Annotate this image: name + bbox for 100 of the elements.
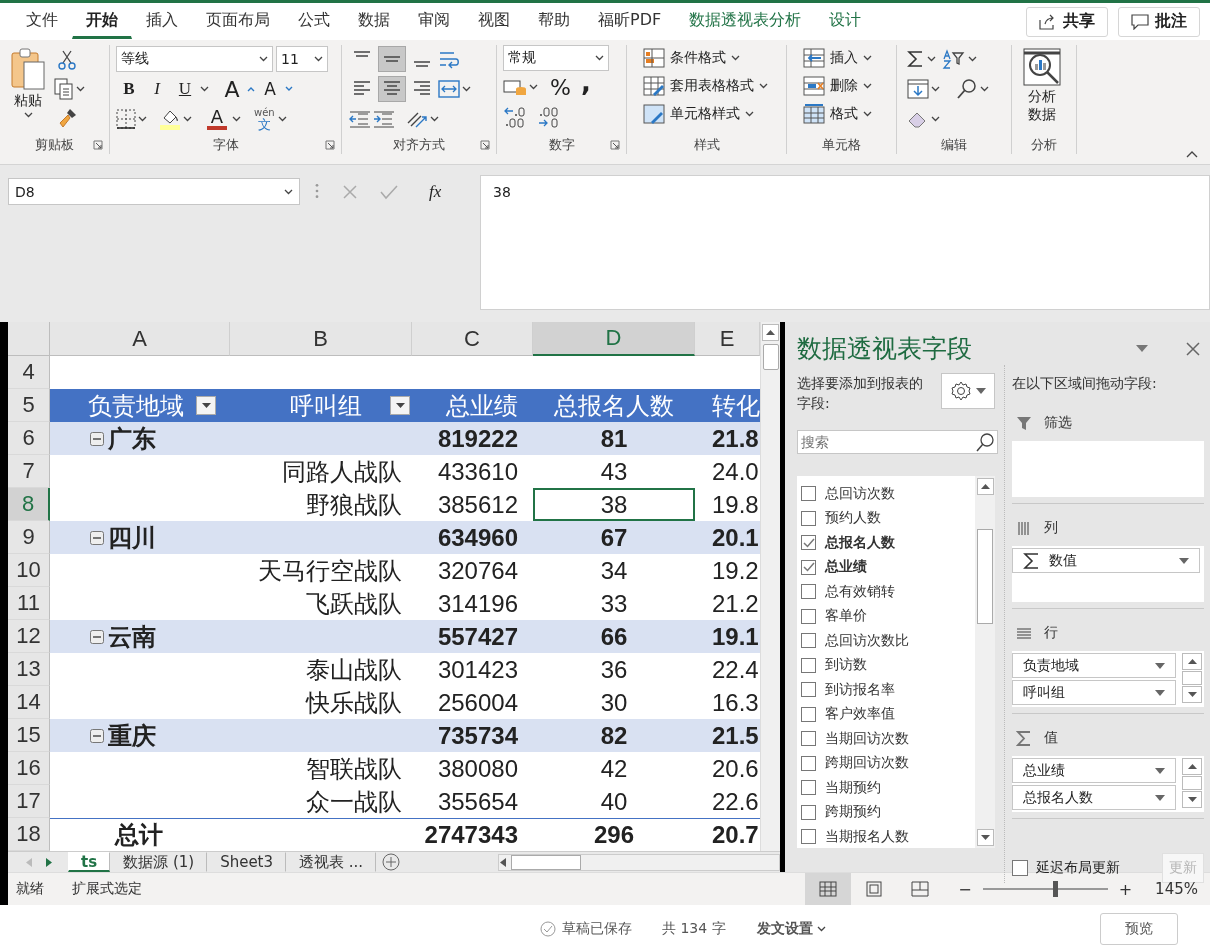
underline-button[interactable]: U <box>172 76 198 102</box>
collapse-icon[interactable] <box>90 728 104 743</box>
zoom-slider-thumb[interactable] <box>1053 881 1059 897</box>
checkbox[interactable] <box>801 559 816 575</box>
caret-icon[interactable] <box>816 925 826 932</box>
caret-icon[interactable] <box>529 84 538 90</box>
caret-icon[interactable] <box>863 83 872 89</box>
field-label[interactable]: 当期报名人数 <box>825 827 909 846</box>
row-header[interactable]: 14 <box>8 686 50 719</box>
field-label[interactable]: 到访报名率 <box>825 680 895 699</box>
dialog-launcher-icon[interactable] <box>610 140 620 150</box>
ribbon-tab[interactable]: 帮助 <box>524 4 584 39</box>
copy-icon[interactable] <box>54 78 74 100</box>
row-header[interactable]: 6 <box>8 422 50 455</box>
horizontal-scrollbar[interactable] <box>498 853 780 871</box>
row-header[interactable]: 13 <box>8 653 50 686</box>
row-header[interactable]: 16 <box>8 752 50 785</box>
font-size-field[interactable]: 11 <box>276 46 328 72</box>
table-style-button[interactable]: 套用表格格式 <box>639 73 780 99</box>
caret-icon[interactable] <box>23 112 33 118</box>
number-format-field[interactable]: 常规 <box>503 45 609 71</box>
checkbox[interactable] <box>1012 860 1028 876</box>
scroll-thumb[interactable] <box>762 344 779 370</box>
caret-icon[interactable] <box>232 116 241 122</box>
field-label[interactable]: 预约人数 <box>825 509 881 528</box>
wrap-text-icon[interactable] <box>438 49 460 69</box>
format-painter-icon[interactable] <box>58 108 78 128</box>
checkbox[interactable] <box>801 657 816 673</box>
delete-cells-button[interactable]: 删除 <box>799 73 890 99</box>
caret-icon[interactable] <box>430 116 439 122</box>
paste-button[interactable]: 粘贴 <box>6 45 50 136</box>
ribbon-tab[interactable]: 设计 <box>815 4 876 39</box>
caret-icon[interactable] <box>284 188 293 195</box>
row-header[interactable]: 7 <box>8 455 50 488</box>
field-label[interactable]: 总有效销转 <box>825 582 895 601</box>
down-caret-icon[interactable] <box>285 86 293 92</box>
conditional-style-button[interactable]: 条件格式 <box>639 45 780 71</box>
filter-dropdown-button[interactable] <box>390 396 410 415</box>
area-field[interactable]: 负责地域 <box>1012 653 1176 678</box>
row-header[interactable]: 4 <box>8 356 50 389</box>
checkbox[interactable] <box>801 633 816 649</box>
field-label[interactable]: 总回访次数比 <box>825 631 909 650</box>
caret-icon[interactable] <box>931 86 940 92</box>
font-name-field[interactable]: 等线 <box>116 46 273 72</box>
shrink-font-button[interactable]: A <box>257 76 283 102</box>
decrease-indent-icon[interactable] <box>348 109 370 129</box>
insert-cells-button[interactable]: 插入 <box>799 45 890 71</box>
field-label[interactable]: 客户效率值 <box>825 705 895 724</box>
fill-down-icon[interactable] <box>907 79 929 99</box>
collapse-icon[interactable] <box>90 629 104 644</box>
analyze-data-button[interactable]: 分析数据 <box>1018 45 1066 136</box>
ribbon-tab[interactable]: 福昕PDF <box>584 4 676 39</box>
column-header[interactable]: E <box>695 322 760 356</box>
add-sheet-icon[interactable] <box>382 853 401 871</box>
checkbox[interactable] <box>801 829 816 845</box>
caret-icon[interactable] <box>863 55 872 61</box>
decrease-decimal-icon[interactable] <box>537 106 561 128</box>
search-icon[interactable] <box>956 78 978 100</box>
close-icon[interactable] <box>1186 341 1200 356</box>
scroll-thumb[interactable] <box>977 529 993 625</box>
column-header[interactable]: B <box>230 322 412 356</box>
scroll-down-icon[interactable] <box>1187 797 1197 802</box>
field-label[interactable]: 总报名人数 <box>825 533 895 552</box>
checkbox[interactable] <box>801 755 816 771</box>
search-field[interactable]: 搜索 <box>797 429 998 454</box>
fill-color-icon[interactable] <box>159 108 181 130</box>
area-box[interactable]: 负责地域 呼叫组 <box>1012 651 1204 707</box>
area-box[interactable]: 总业绩 总报名人数 <box>1012 756 1204 812</box>
formula-field[interactable]: 38 <box>480 175 1210 310</box>
scroll-right-icon[interactable] <box>46 857 52 867</box>
scissors-icon[interactable] <box>58 50 76 70</box>
row-header[interactable]: 12 <box>8 620 50 653</box>
increase-decimal-icon[interactable] <box>503 106 527 128</box>
area-field[interactable]: 总报名人数 <box>1012 785 1176 810</box>
checkbox[interactable] <box>801 780 816 796</box>
field-label[interactable]: 当期回访次数 <box>825 729 909 748</box>
insert-function-button[interactable]: fx <box>420 179 451 205</box>
comment-button[interactable]: 批注 <box>1118 6 1200 37</box>
zoom-in-button[interactable]: + <box>1117 878 1134 900</box>
field-label[interactable]: 客单价 <box>825 607 867 626</box>
scroll-up-icon[interactable] <box>1187 764 1197 769</box>
scroll-left-icon[interactable] <box>499 857 507 867</box>
caret-icon[interactable] <box>595 55 604 61</box>
caret-icon[interactable] <box>183 116 192 122</box>
format-cells-button[interactable]: 格式 <box>799 101 890 127</box>
area-box[interactable]: 数值 <box>1012 546 1204 602</box>
ribbon-tab[interactable]: 审阅 <box>404 4 464 39</box>
pane-options-icon[interactable] <box>1136 345 1148 352</box>
column-header[interactable]: D <box>533 322 695 356</box>
ribbon-tab[interactable]: 插入 <box>132 4 192 39</box>
field-label[interactable]: 当期预约 <box>825 778 881 797</box>
merge-center-icon[interactable] <box>438 79 460 99</box>
share-button[interactable]: 共享 <box>1026 6 1108 37</box>
ribbon-tab[interactable]: 视图 <box>464 4 524 39</box>
caret-icon[interactable] <box>980 86 989 92</box>
zoom-level[interactable]: 145% <box>1155 880 1198 898</box>
caret-icon[interactable] <box>200 86 209 92</box>
ribbon-tab[interactable]: 公式 <box>284 4 344 39</box>
percent-style-button[interactable]: % <box>546 74 575 100</box>
dialog-launcher-icon[interactable] <box>480 140 490 150</box>
